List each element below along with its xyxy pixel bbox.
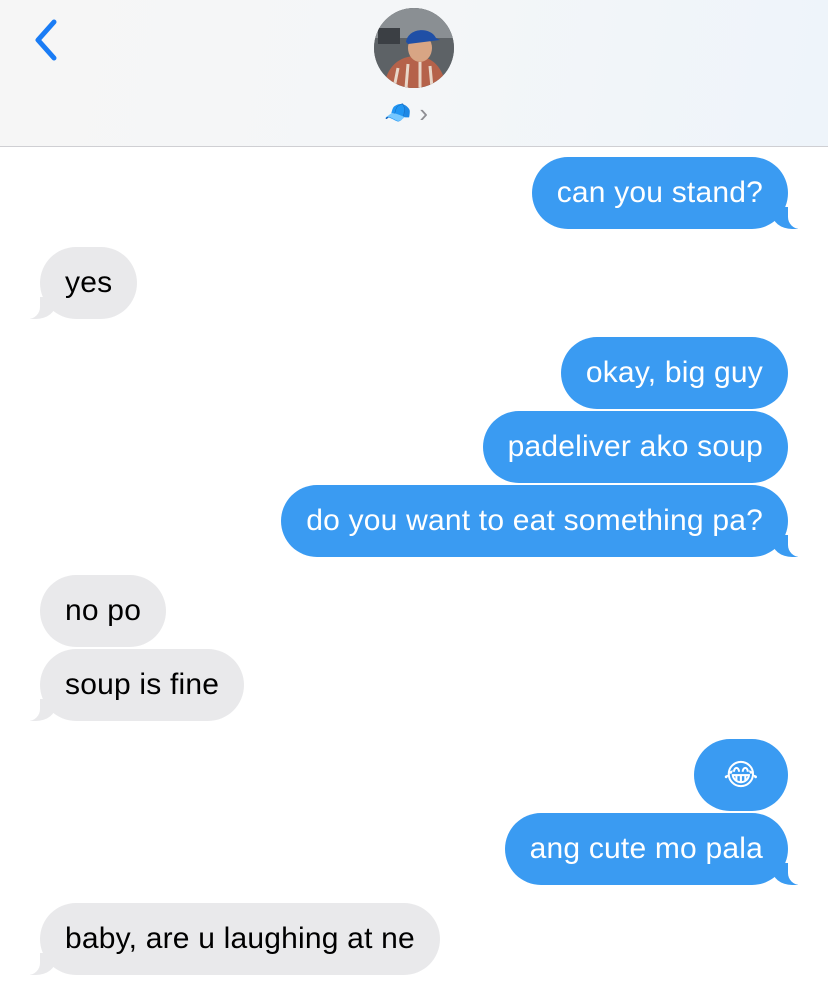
contact-name-button[interactable]: 🧢 › — [384, 98, 428, 128]
chevron-right-icon: › — [419, 98, 429, 128]
cap-emoji: 🧢 — [384, 100, 412, 125]
message-bubble-received[interactable]: soup is fine — [13, 649, 245, 721]
avatar-photo — [374, 8, 454, 88]
back-button[interactable] — [26, 14, 66, 66]
message-bubble-sent[interactable]: can you stand? — [531, 157, 815, 229]
chevron-left-icon — [35, 19, 57, 61]
message-bubble-sent[interactable]: padeliver ako soup — [482, 411, 788, 483]
message-bubble-received[interactable]: yes — [13, 247, 138, 319]
message-text: okay, big guy — [585, 356, 763, 389]
message-bubble-sent[interactable]: do you want to eat something pa? — [281, 485, 814, 557]
contact-avatar[interactable] — [374, 8, 454, 88]
message-text: baby, are u laughing at ne — [65, 922, 415, 955]
message-thread: can you stand? yes okay, big guy padeliv… — [0, 147, 828, 984]
message-bubble-sent[interactable]: ang cute mo pala — [504, 813, 815, 885]
message-text: padeliver ako soup — [507, 430, 763, 463]
conversation-header: 🧢 › — [0, 0, 828, 147]
message-text: no po — [65, 594, 142, 627]
message-bubble-sent[interactable]: okay, big guy — [560, 337, 788, 409]
message-text: do you want to eat something pa? — [306, 504, 763, 537]
laughing-emoji: 😂 — [723, 758, 759, 792]
message-bubble-received[interactable]: no po — [40, 575, 167, 647]
message-bubble-emoji[interactable]: 😂 — [694, 739, 788, 811]
message-text: ang cute mo pala — [529, 832, 763, 865]
message-text: soup is fine — [65, 668, 220, 701]
message-bubble-received[interactable]: baby, are u laughing at ne — [14, 903, 440, 975]
message-text: can you stand? — [556, 176, 763, 209]
message-text: yes — [65, 266, 113, 299]
